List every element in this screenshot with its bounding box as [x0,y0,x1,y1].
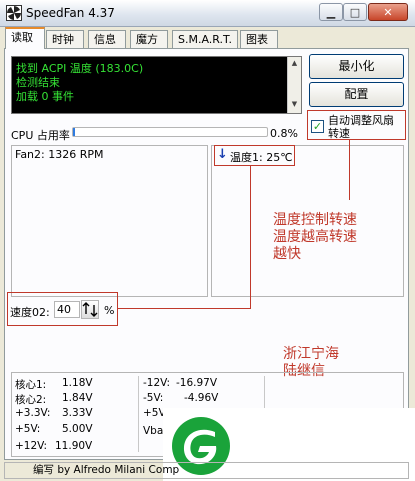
log-line: 加载 0 事件 [16,90,74,103]
temp-down-arrow-icon: ↓ [217,147,228,162]
voltage-value: 1.84V [62,392,93,404]
annotation-line [250,166,251,309]
cpu-usage-label: CPU 占用率 [11,129,70,142]
status-bar: 编写 by Alfredo Milani Comp [4,462,409,479]
cpu-usage-percent: 0.8% [270,127,298,140]
scroll-down-arrow-icon[interactable]: ▼ [289,99,300,109]
maximize-window-button[interactable]: □ [343,3,367,21]
auto-fan-checkbox[interactable]: ✓ [311,120,324,133]
voltage-label: 核心1: [15,379,47,391]
voltage-value: 3.33V [62,407,93,419]
temp-reading: 温度1: 25℃ [230,151,293,164]
window-title: SpeedFan 4.37 [26,6,115,20]
speed-label: 速度02: [10,306,50,319]
annotation-text: 越快 [273,246,301,262]
annotation-text: 温度控制转速 [273,212,357,228]
speedfan-app-icon [6,5,22,21]
cpu-usage-bar [72,127,268,137]
auto-fan-label-2: 转速 [328,127,350,140]
tab-info[interactable]: 信息 [88,30,126,48]
voltage-label: +12V: [15,440,48,452]
voltage-divider [138,376,139,452]
author-annotation: 浙江宁海 [283,346,339,362]
voltage-value: -16.97V [176,377,218,389]
voltage-value: -4.96V [184,392,219,404]
tab-clock[interactable]: 时钟 [46,30,84,48]
configure-button[interactable]: 配置 [309,82,404,107]
voltage-label: +3.3V: [15,407,51,419]
speed-unit: % [104,304,115,317]
fan-reading: Fan2: 1326 RPM [15,148,104,161]
annotation-text: 温度越高转速 [273,229,357,245]
annotation-line [349,140,350,200]
tab-magic[interactable]: 魔方 [130,30,168,48]
voltage-value: 5.00V [62,423,93,435]
spinner-arrows-icon [82,302,98,317]
voltage-label: -12V: [143,377,171,389]
voltage-value: 1.18V [62,377,93,389]
tab-charts[interactable]: 图表 [240,30,278,48]
minimize-window-button[interactable]: ▁ [319,3,343,21]
fan-speeds-box: Fan2: 1326 RPM [11,145,208,297]
voltage-value: 11.90V [55,440,93,452]
speed-spinner[interactable] [81,300,99,319]
checkmark-icon: ✓ [312,120,323,133]
minimize-button[interactable]: 最小化 [309,54,404,79]
log-scrollbar[interactable]: ▲ ▼ [287,57,301,113]
voltage-label: -5V: [143,392,164,404]
voltage-label: 核心2: [15,394,47,406]
voltage-label: +5V: [15,423,41,435]
event-log: 找到 ACPI 温度 (183.0C) 检测结束 加载 0 事件 [11,56,302,114]
annotation-line [118,308,251,309]
close-window-button[interactable]: ✕ [368,3,408,21]
cpu-usage-fill [73,128,75,136]
scroll-up-arrow-icon[interactable]: ▲ [289,58,300,68]
speed-input[interactable]: 40 [54,301,80,318]
status-text: 编写 by Alfredo Milani Comp [33,464,180,476]
tab-readings[interactable]: 读取 [5,27,45,49]
tab-smart[interactable]: S.M.A.R.T. [172,30,238,48]
